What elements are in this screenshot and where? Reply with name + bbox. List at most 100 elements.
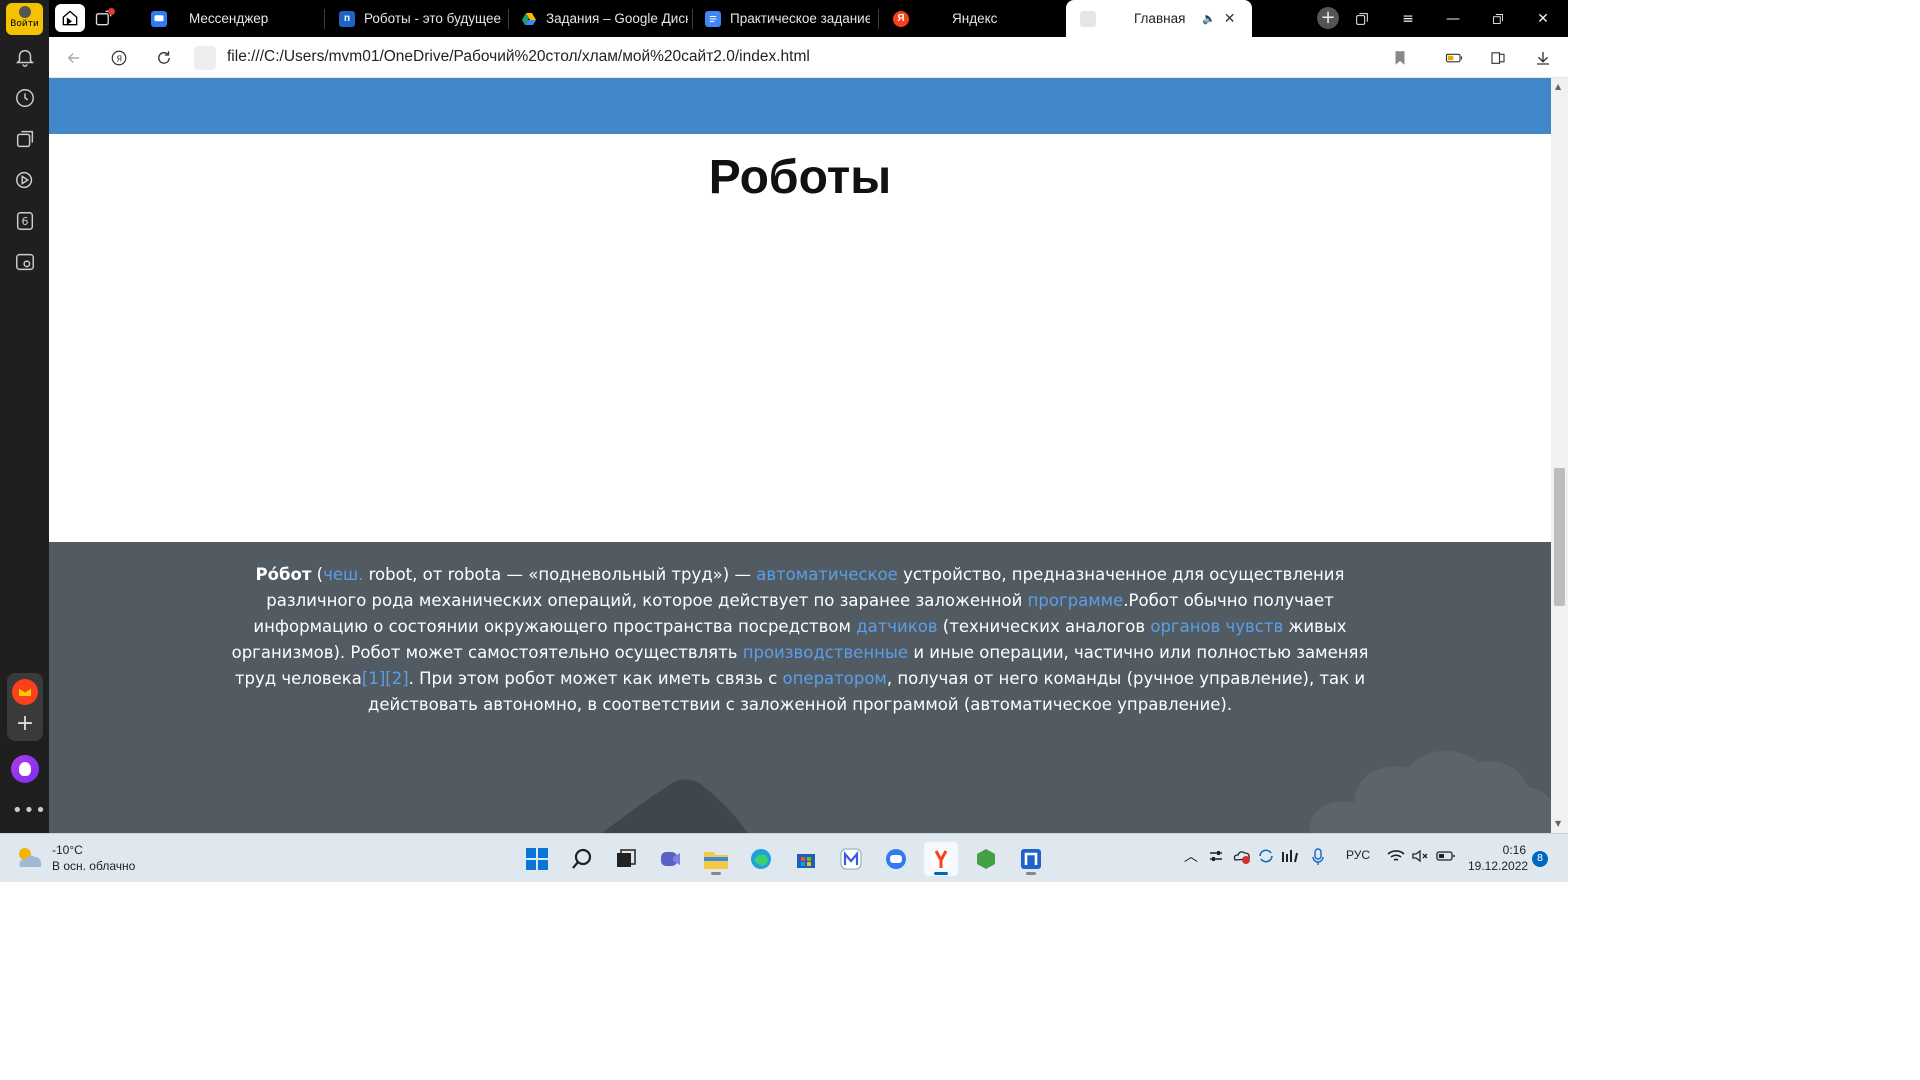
history-icon[interactable] [12,85,38,111]
tab-title: Мессенджер [189,11,269,26]
clock-date: 19.12.2022 [1468,859,1529,873]
onedrive-error-icon[interactable] [1232,848,1252,867]
temperature: -10°C [52,843,83,857]
tab-practical-task[interactable]: Практическое задание [703,0,879,37]
system-clock[interactable]: 0:16 19.12.2022 [1468,842,1529,874]
svg-text:Я: Я [116,53,122,63]
battery-saver-icon[interactable] [1441,45,1467,71]
battery-icon[interactable] [1436,848,1456,867]
new-tab-button[interactable]: + [1317,7,1339,29]
ref-2[interactable]: [2] [385,669,408,688]
teams-chat-icon[interactable] [654,842,688,876]
file-explorer-icon[interactable] [699,842,733,876]
link-automatic[interactable]: автоматическое [756,565,898,584]
more-icon[interactable]: ••• [12,800,47,821]
scroll-down-icon[interactable]: ▼ [1555,819,1561,828]
bell-icon[interactable] [12,44,38,70]
language-indicator[interactable]: РУС [1346,848,1370,862]
page-heading: Роботы [708,151,892,204]
messenger-taskbar-icon[interactable] [879,842,913,876]
tabs-count: 6 [21,214,29,228]
tab-title: Яндекс [952,11,998,26]
messenger-icon [151,10,167,27]
audio-playing-icon[interactable]: 🔈 [1202,12,1216,25]
tab-manager-icon[interactable] [1339,0,1385,37]
search-icon[interactable] [565,842,599,876]
chevron-up-icon[interactable]: ︿ [1184,846,1198,866]
site-n-taskbar-icon[interactable] [1014,842,1048,876]
tab-groups-button[interactable] [89,4,119,32]
windows-taskbar: -10°C В осн. облачно ︿ РУС 0:16 19.12.20… [0,833,1568,882]
yandex-music-tray-icon[interactable] [1281,848,1299,867]
site-n-icon: n [339,10,355,27]
home-tab-button[interactable] [55,4,85,32]
tray-settings-icon[interactable] [1208,848,1224,867]
edge-browser-icon[interactable] [744,842,778,876]
robot-description: Ро́бот (чеш. robot, от robota — «поднево… [231,565,1369,714]
notification-badge[interactable]: 8 [1532,851,1548,867]
tab-title: Роботы - это будущее [364,11,501,26]
link-program[interactable]: программе [1028,591,1124,610]
tab-bar: Мессенджер n Роботы - это будущее Задани… [49,0,1568,37]
mountain-illustration [601,779,748,833]
tabs-count-icon[interactable]: 6 [12,208,38,234]
tab-robots[interactable]: n Роботы - это будущее [335,0,509,37]
downloads-icon[interactable] [1530,45,1556,71]
microsoft-store-icon[interactable] [789,842,823,876]
page-scrollbar[interactable]: ▲ ▼ [1551,78,1568,833]
tab-messenger[interactable]: Мессенджер [147,0,325,37]
collections-icon[interactable] [12,126,38,152]
minimize-icon[interactable]: — [1430,0,1476,37]
scroll-up-icon[interactable]: ▲ [1555,82,1561,91]
url-field[interactable]: file:///C:/Users/mvm01/OneDrive/Рабочий%… [227,48,810,66]
reader-mode-icon[interactable] [1485,45,1511,71]
content-section: Ро́бот (чеш. robot, от robota — «поднево… [49,542,1551,833]
volume-muted-icon[interactable] [1411,848,1429,867]
yandex-icon: Я [893,10,909,27]
link-operator[interactable]: оператором [783,669,887,688]
ref-1[interactable]: [1] [362,669,385,688]
yandex-logo-icon[interactable]: Я [106,45,132,71]
browser-sidebar: Войти 6 + ••• [0,0,49,833]
microphone-icon[interactable] [1311,848,1325,869]
tab-yandex[interactable]: Я Яндекс [891,0,1061,37]
alice-assistant-icon[interactable] [11,755,39,783]
file-protocol-icon[interactable] [194,46,216,70]
tab-title: Задания – Google Диск [546,11,688,26]
cloudy-sun-icon [19,848,42,867]
link-sense-organs[interactable]: органов чувств [1150,617,1283,636]
weather-widget[interactable]: -10°C В осн. облачно [14,842,135,874]
menu-icon[interactable]: ≡ [1385,0,1431,37]
page-icon [1080,10,1096,27]
tab-google-drive[interactable]: Задания – Google Диск [519,0,693,37]
tab-main-active[interactable]: Главная 🔈 ✕ [1066,0,1252,37]
reload-icon[interactable] [151,45,177,71]
clock-time: 0:16 [1502,843,1526,857]
nodejs-icon[interactable] [969,842,1003,876]
user-icon [18,6,31,18]
back-arrow-icon[interactable] [61,45,87,71]
sync-icon[interactable] [1257,848,1275,867]
link-czech[interactable]: чеш. [323,565,363,584]
windows-start-icon[interactable] [520,842,554,876]
restore-icon[interactable] [1475,0,1521,37]
login-button[interactable]: Войти [6,3,43,35]
yandex-music-icon[interactable] [834,842,868,876]
close-window-icon[interactable]: ✕ [1520,0,1566,37]
video-play-icon[interactable] [12,167,38,193]
weather-description: В осн. облачно [52,859,136,873]
mail-icon[interactable] [12,679,38,705]
link-sensors[interactable]: датчиков [856,617,937,636]
sidebar-apps-panel: + [7,673,43,741]
header-banner [49,78,1551,134]
scroll-thumb[interactable] [1554,468,1565,606]
add-app-icon[interactable]: + [12,711,38,737]
link-industrial[interactable]: производственные [743,643,908,662]
yandex-browser-icon[interactable] [924,842,958,876]
tab-title: Практическое задание [730,11,870,26]
screenshot-icon[interactable] [12,249,38,275]
close-tab-icon[interactable]: ✕ [1224,10,1236,27]
task-view-icon[interactable] [609,842,643,876]
bookmark-icon[interactable] [1387,45,1413,71]
wifi-icon[interactable] [1387,848,1405,867]
